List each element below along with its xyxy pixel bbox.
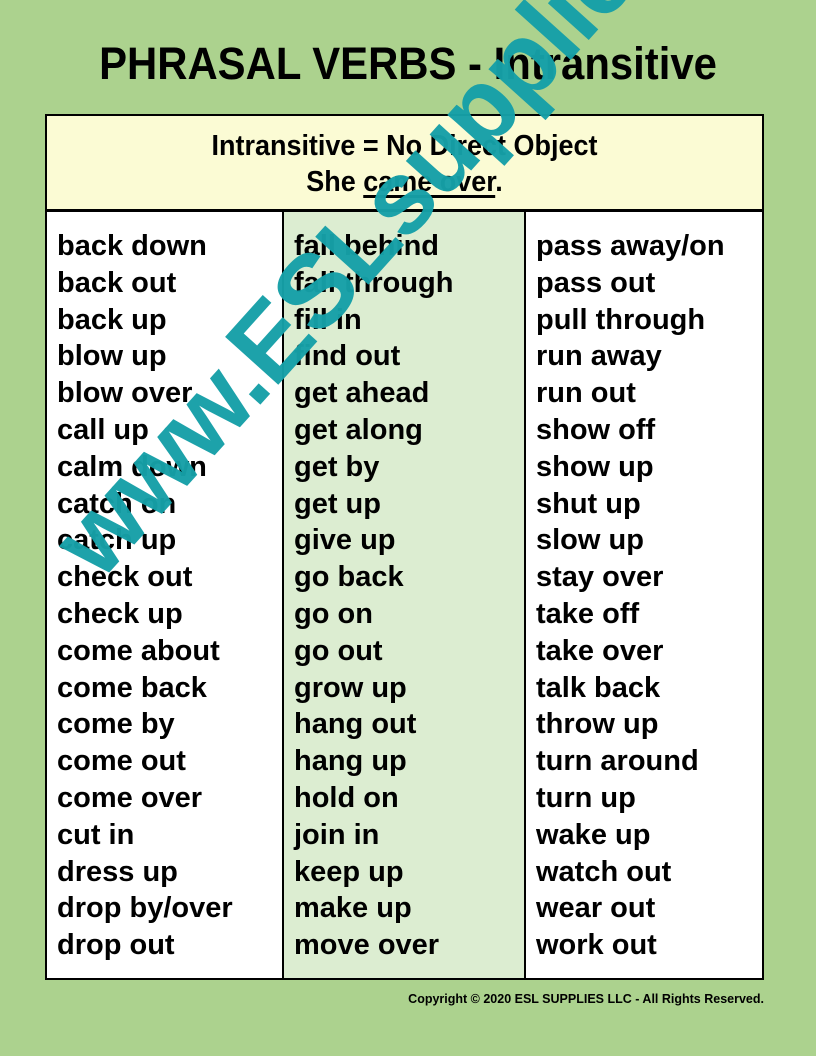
verb-list-item: get up — [294, 487, 381, 520]
verb-columns: back down back out back up blow up blow over… — [47, 212, 762, 978]
verb-list-item: come about — [57, 634, 220, 667]
definition-header: Intransitive = No Direct Object She came… — [47, 116, 762, 212]
verb-list-item: shut up — [536, 487, 641, 520]
verb-column-3: pass away/on pass out pull through run away… — [526, 212, 762, 978]
verb-list-item: blow up — [57, 340, 167, 373]
verb-list-item: give up — [294, 524, 396, 557]
verb-list-item: go out — [294, 634, 383, 667]
verb-list-item: keep up — [294, 855, 404, 888]
verb-list-item: show up — [536, 450, 654, 483]
verb-list-item: find out — [294, 340, 401, 373]
verb-list-item: drop by/over — [57, 892, 233, 925]
verb-list-item: check up — [57, 597, 183, 630]
example-prefix: She — [306, 166, 364, 198]
verb-list-item: watch out — [536, 855, 672, 888]
verb-list-item: take over — [536, 634, 664, 667]
verb-list-item: come back — [57, 671, 207, 704]
verb-list-item: get by — [294, 450, 380, 483]
verb-list-item: get ahead — [294, 377, 430, 410]
verb-list-item: pass out — [536, 266, 656, 299]
page-title: PHRASAL VERBS - Intransitive — [99, 38, 717, 89]
verb-list-item: talk back — [536, 671, 661, 704]
verb-list-item: call up — [57, 413, 149, 446]
verb-list-item: go on — [294, 597, 373, 630]
verb-list-item: drop out — [57, 929, 175, 962]
verb-list-item: come over — [57, 781, 203, 814]
verb-list-item: come out — [57, 745, 186, 778]
verb-list-item: fall behind — [294, 230, 439, 262]
verb-list-item: wear out — [536, 892, 656, 925]
verb-list-item: catch up — [57, 524, 177, 557]
copyright-notice: Copyright © 2020 ESL SUPPLIES LLC - All … — [408, 992, 764, 1006]
verb-list-item: back down — [57, 230, 207, 262]
verb-list-item: dress up — [57, 855, 178, 888]
verb-list-item: back out — [57, 266, 177, 299]
verb-list-item: fall through — [294, 266, 454, 299]
verb-list-item: calm down — [57, 450, 207, 483]
verb-column-2: fall behind fall through fill in find out ge… — [284, 212, 526, 978]
verb-list-item: join in — [294, 818, 380, 851]
verb-list-item: grow up — [294, 671, 407, 704]
verb-list-item: work out — [536, 929, 657, 962]
verb-list-item: fill in — [294, 303, 362, 336]
example-suffix: . — [495, 166, 503, 198]
phrasal-verbs-table: Intransitive = No Direct Object She came… — [45, 114, 764, 980]
verb-list-item: catch on — [57, 487, 177, 520]
verb-list-item: throw up — [536, 708, 659, 741]
verb-list-item: turn around — [536, 745, 699, 778]
verb-list-item: hold on — [294, 781, 399, 814]
verb-list-item: pull through — [536, 303, 706, 336]
verb-list-item: move over — [294, 929, 440, 962]
verb-list-item: come by — [57, 708, 175, 741]
verb-list-item: slow up — [536, 524, 644, 557]
verb-list-item: go back — [294, 561, 404, 594]
verb-list-item: blow over — [57, 377, 193, 410]
verb-list-item: turn up — [536, 781, 636, 814]
verb-list-item: back up — [57, 303, 167, 336]
definition-text: Intransitive = No Direct Object — [211, 130, 598, 162]
verb-list-item: take off — [536, 597, 640, 630]
verb-list-item: make up — [294, 892, 412, 925]
example-phrasal-verb: came over — [363, 166, 496, 198]
verb-list-item: run out — [536, 377, 636, 410]
verb-column-1: back down back out back up blow up blow over… — [47, 212, 284, 978]
verb-list-item: show off — [536, 413, 656, 446]
verb-list-item: pass away/on — [536, 230, 725, 262]
verb-list-item: hang up — [294, 745, 407, 778]
verb-list-item: get along — [294, 413, 423, 446]
verb-list-item: stay over — [536, 561, 664, 594]
verb-list-item: cut in — [57, 818, 135, 851]
verb-list-item: run away — [536, 340, 662, 373]
verb-list-item: wake up — [536, 818, 651, 851]
verb-list-item: check out — [57, 561, 193, 594]
verb-list-item: hang out — [294, 708, 417, 741]
example-sentence: She came over. — [72, 166, 737, 199]
